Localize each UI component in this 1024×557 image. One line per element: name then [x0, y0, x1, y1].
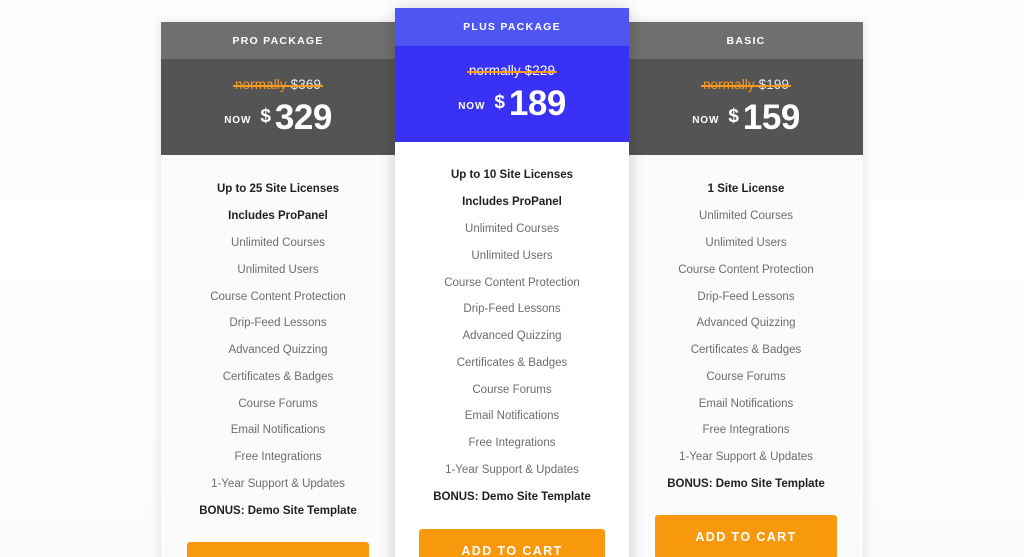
original-price-word: normally: [468, 63, 521, 78]
current-price-amount: 159: [742, 98, 800, 137]
feature-item: Advanced Quizzing: [228, 344, 328, 357]
cta-container: ADD TO CART: [161, 524, 395, 557]
card-header-plus: PLUS PACKAGE: [395, 8, 629, 46]
feature-item: Advanced Quizzing: [696, 317, 796, 330]
add-to-cart-button[interactable]: ADD TO CART: [187, 542, 369, 557]
feature-item: Email Notifications: [464, 410, 560, 423]
original-price-word: normally: [234, 77, 287, 92]
feature-list-basic: 1 Site License Unlimited Courses Unlimited…: [629, 155, 863, 497]
feature-item: 1 Site License: [707, 183, 785, 196]
pricing-card-pro: PRO PACKAGE normally $369 NOW $329 Up to 25 …: [161, 22, 395, 557]
feature-item: Course Content Protection: [678, 263, 814, 276]
package-title: PLUS PACKAGE: [463, 21, 561, 33]
feature-item: Email Notifications: [698, 397, 794, 410]
feature-item: Free Integrations: [234, 451, 322, 464]
feature-item: Unlimited Courses: [231, 236, 325, 249]
feature-item: Drip-Feed Lessons: [697, 290, 795, 303]
feature-item: BONUS: Demo Site Template: [199, 504, 357, 517]
feature-item: BONUS: Demo Site Template: [667, 477, 825, 490]
pricing-card-plus: PLUS PACKAGE normally $229 NOW $189 Up to 10…: [395, 8, 629, 557]
currency-symbol: $: [494, 92, 505, 113]
card-header-basic: BASIC: [629, 22, 863, 59]
feature-item: Email Notifications: [230, 424, 326, 437]
original-price-amount: $229: [524, 63, 556, 78]
current-price-amount: 189: [508, 84, 566, 123]
feature-item: 1-Year Support & Updates: [679, 451, 813, 464]
feature-item: Course Forums: [706, 370, 786, 383]
feature-item: Drip-Feed Lessons: [463, 303, 561, 316]
feature-item: Advanced Quizzing: [462, 330, 562, 343]
feature-item: Up to 10 Site Licenses: [450, 169, 574, 182]
cta-container: ADD TO CART: [629, 497, 863, 557]
feature-item: 1-Year Support & Updates: [445, 463, 579, 476]
card-header-pro: PRO PACKAGE: [161, 22, 395, 59]
original-price-amount: $369: [290, 77, 322, 92]
original-price: normally $229: [466, 62, 558, 80]
feature-item: Up to 25 Site Licenses: [216, 183, 340, 196]
feature-list-plus: Up to 10 Site Licenses Includes ProPanel U…: [395, 142, 629, 510]
price-band-plus: normally $229 NOW $189: [395, 46, 629, 142]
original-price: normally $369: [232, 76, 324, 94]
pricing-card-group: PRO PACKAGE normally $369 NOW $329 Up to 25 …: [0, 0, 1024, 557]
feature-item: Certificates & Badges: [222, 370, 334, 383]
feature-item: Unlimited Courses: [699, 210, 793, 223]
package-title: PRO PACKAGE: [232, 34, 324, 47]
feature-item: Unlimited Users: [471, 249, 553, 262]
current-price-row: NOW $189: [458, 86, 566, 122]
feature-item: Includes ProPanel: [462, 196, 562, 209]
current-price-amount: 329: [274, 98, 332, 137]
feature-list-pro: Up to 25 Site Licenses Includes ProPanel U…: [161, 155, 395, 524]
feature-item: Course Forums: [472, 383, 552, 396]
price-band-pro: normally $369 NOW $329: [161, 59, 395, 155]
current-price-row: NOW $329: [224, 100, 332, 136]
feature-item: BONUS: Demo Site Template: [433, 490, 591, 503]
feature-item: Course Content Protection: [444, 276, 580, 289]
feature-item: Free Integrations: [702, 424, 790, 437]
feature-item: Includes ProPanel: [228, 210, 328, 223]
now-label: NOW: [692, 115, 720, 126]
feature-item: Certificates & Badges: [690, 344, 802, 357]
feature-item: Course Content Protection: [210, 290, 346, 303]
add-to-cart-button[interactable]: ADD TO CART: [655, 515, 837, 557]
feature-item: Unlimited Courses: [465, 222, 559, 235]
pricing-page: PRO PACKAGE normally $369 NOW $329 Up to 25 …: [0, 0, 1024, 557]
cta-container: ADD TO CART: [395, 510, 629, 557]
original-price-amount: $199: [758, 77, 790, 92]
pricing-card-basic: BASIC normally $199 NOW $159 1 Site License U…: [629, 22, 863, 557]
currency-symbol: $: [728, 106, 739, 127]
current-price-row: NOW $159: [692, 100, 800, 136]
feature-item: Free Integrations: [468, 437, 556, 450]
original-price-word: normally: [702, 77, 755, 92]
feature-item: Drip-Feed Lessons: [229, 317, 327, 330]
now-label: NOW: [458, 101, 486, 112]
feature-item: Certificates & Badges: [456, 356, 568, 369]
now-label: NOW: [224, 115, 252, 126]
feature-item: 1-Year Support & Updates: [211, 477, 345, 490]
feature-item: Unlimited Users: [237, 263, 319, 276]
feature-item: Unlimited Users: [705, 236, 787, 249]
original-price: normally $199: [700, 76, 792, 94]
feature-item: Course Forums: [238, 397, 318, 410]
add-to-cart-button[interactable]: ADD TO CART: [419, 529, 605, 557]
currency-symbol: $: [260, 106, 271, 127]
package-title: BASIC: [726, 34, 766, 47]
price-band-basic: normally $199 NOW $159: [629, 59, 863, 155]
